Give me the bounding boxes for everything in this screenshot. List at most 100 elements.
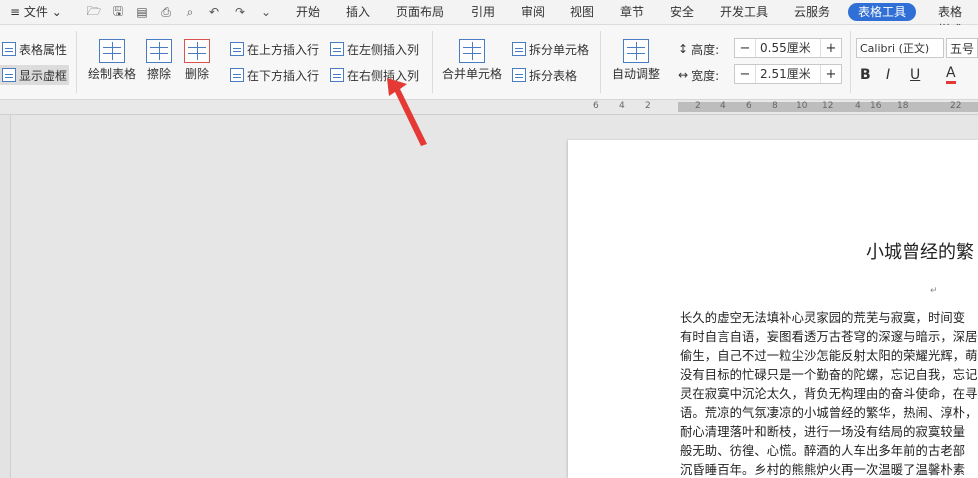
- ruler-mark: 4: [720, 101, 726, 111]
- delete-button[interactable]: 删除: [184, 39, 210, 82]
- separator: [76, 31, 77, 93]
- ribbon-toolbar: 表格属性 显示虚框 绘制表格 擦除 删除 在上方插入行 在下方插入行 在左侧插入…: [0, 25, 978, 100]
- ruler-mark: 4: [619, 101, 625, 111]
- tab-table-styles[interactable]: 表格样式: [932, 3, 978, 37]
- delete-label: 删除: [184, 67, 209, 81]
- underline-button[interactable]: U: [910, 65, 920, 85]
- tab-references[interactable]: 引用: [465, 3, 501, 21]
- delete-table-icon: [184, 39, 210, 63]
- erase-button[interactable]: 擦除: [146, 39, 172, 82]
- tab-table-tools[interactable]: 表格工具: [848, 3, 917, 21]
- insert-column-left-button[interactable]: 在左侧插入列: [330, 39, 419, 59]
- ruler-mark: 6: [593, 101, 599, 111]
- split-table-label: 拆分表格: [529, 68, 578, 83]
- undo-icon[interactable]: ↶: [204, 2, 224, 22]
- tab-view[interactable]: 视图: [564, 3, 600, 21]
- increase-height-button[interactable]: +: [821, 41, 841, 56]
- ruler-mark: 4: [855, 101, 861, 111]
- bold-button[interactable]: B: [860, 65, 871, 85]
- ruler-mark: 8: [772, 101, 778, 111]
- tab-insert[interactable]: 插入: [340, 3, 376, 21]
- auto-fit-label: 自动调整: [612, 67, 661, 81]
- annotation-arrow-icon: [387, 78, 427, 146]
- separator: [600, 31, 601, 93]
- tab-review[interactable]: 审阅: [515, 3, 551, 21]
- paragraph-mark-icon: ↵: [930, 286, 938, 296]
- draw-table-icon: [99, 39, 125, 63]
- row-height-stepper[interactable]: − 0.55厘米 +: [734, 38, 842, 58]
- document-page[interactable]: 小城曾经的繁 ↵ 长久的虚空无法填补心灵家园的荒芜与寂寞，时间变 有时自言自语，…: [568, 140, 978, 478]
- print-icon[interactable]: ⎙: [156, 2, 176, 22]
- ruler-mark: 18: [897, 101, 909, 111]
- save-icon[interactable]: 🖫: [108, 2, 128, 22]
- table-properties-button[interactable]: 表格属性: [2, 39, 67, 59]
- insert-row-above-button[interactable]: 在上方插入行: [230, 39, 319, 59]
- ruler-mark: 22: [950, 101, 962, 111]
- gridlines-icon: [2, 68, 16, 82]
- customize-toolbar-icon[interactable]: ⌄: [256, 2, 276, 22]
- auto-fit-button[interactable]: 自动调整: [612, 39, 660, 82]
- ruler-mark: 2: [695, 101, 701, 111]
- split-cells-icon: [512, 42, 526, 56]
- font-color-button[interactable]: A: [946, 65, 956, 84]
- print-preview-icon[interactable]: ⌕: [180, 2, 200, 22]
- split-cells-label: 拆分单元格: [529, 42, 590, 57]
- chevron-down-icon: ⌄: [47, 5, 62, 19]
- ruler-mark: 16: [870, 101, 882, 111]
- width-label: ↔ 宽度:: [678, 68, 720, 83]
- show-gridlines-button[interactable]: 显示虚框: [0, 65, 70, 85]
- vertical-ruler: [0, 115, 11, 478]
- eraser-icon: [146, 39, 172, 63]
- row-height-value[interactable]: 0.55厘米: [755, 39, 821, 57]
- show-gridlines-label: 显示虚框: [19, 68, 68, 83]
- erase-label: 擦除: [146, 67, 171, 81]
- auto-fit-icon: [623, 39, 649, 63]
- insert-row-below-button[interactable]: 在下方插入行: [230, 65, 319, 85]
- tab-chapter[interactable]: 章节: [614, 3, 650, 21]
- column-width-stepper[interactable]: − 2.51厘米 +: [734, 64, 842, 84]
- body-text-line: 长久的虚空无法填补心灵家园的荒芜与寂寞，时间变: [680, 311, 966, 325]
- italic-button[interactable]: I: [886, 65, 890, 85]
- draw-table-button[interactable]: 绘制表格: [88, 39, 136, 82]
- file-menu[interactable]: ≡ 文件 ⌄: [6, 3, 66, 21]
- font-size-value: 五号: [950, 41, 975, 56]
- split-table-button[interactable]: 拆分表格: [512, 65, 577, 85]
- split-cells-button[interactable]: 拆分单元格: [512, 39, 589, 59]
- column-width-icon: ↔: [678, 68, 689, 82]
- merge-cells-label: 合并单元格: [442, 67, 503, 81]
- body-text-line: 沉昏睡百年。乡村的熊熊炉火再一次温暖了温馨朴素: [680, 463, 966, 477]
- font-name-value: Calibri (正文): [860, 42, 930, 55]
- open-folder-icon[interactable]: 🗁: [84, 2, 104, 22]
- tab-security[interactable]: 安全: [664, 3, 700, 21]
- insert-column-left-label: 在左侧插入列: [347, 42, 420, 57]
- ruler-mark: 12: [822, 101, 834, 111]
- insert-row-below-label: 在下方插入行: [247, 68, 320, 83]
- ruler-mark: 2: [645, 101, 651, 111]
- merge-cells-button[interactable]: 合并单元格: [442, 39, 502, 82]
- body-text-line: 有时自言自语，妄图看透万古苍穹的深邃与暗示，深居: [680, 330, 978, 344]
- body-text-line: 偷生，自己不过一粒尘沙怎能反射太阳的荣耀光辉，萌: [680, 349, 978, 363]
- file-menu-label: 文件: [23, 5, 48, 19]
- body-text-line: 灵在寂寞中沉沦太久，背负无构理由的奋斗使命，在寻: [680, 387, 978, 401]
- column-width-value[interactable]: 2.51厘米: [755, 65, 821, 83]
- menu-tab-bar: ≡ 文件 ⌄ 🗁 🖫 ▤ ⎙ ⌕ ↶ ↷ ⌄ 开始 插入 页面布局 引用 审阅 …: [0, 0, 978, 37]
- font-size-select[interactable]: 五号: [946, 38, 978, 58]
- decrease-height-button[interactable]: −: [735, 41, 755, 56]
- redo-icon[interactable]: ↷: [230, 2, 250, 22]
- menu-icon: ≡: [10, 5, 24, 19]
- body-text-line: 语。荒凉的气氛凄凉的小城曾经的繁华，热闹、淳朴，北: [680, 406, 978, 420]
- table-properties-icon: [2, 42, 16, 56]
- font-name-select[interactable]: Calibri (正文): [856, 38, 944, 58]
- insert-row-below-icon: [230, 68, 244, 82]
- tab-cloud-service[interactable]: 云服务: [788, 3, 836, 21]
- decrease-width-button[interactable]: −: [735, 67, 755, 82]
- tab-page-layout[interactable]: 页面布局: [390, 3, 450, 21]
- increase-width-button[interactable]: +: [821, 67, 841, 82]
- merge-cells-icon: [459, 39, 485, 63]
- insert-column-right-icon: [330, 68, 344, 82]
- separator: [850, 31, 851, 93]
- tab-developer-tools[interactable]: 开发工具: [714, 3, 774, 21]
- export-pdf-icon[interactable]: ▤: [132, 2, 152, 22]
- tab-start[interactable]: 开始: [290, 3, 326, 21]
- row-height-icon: ↕: [678, 42, 689, 56]
